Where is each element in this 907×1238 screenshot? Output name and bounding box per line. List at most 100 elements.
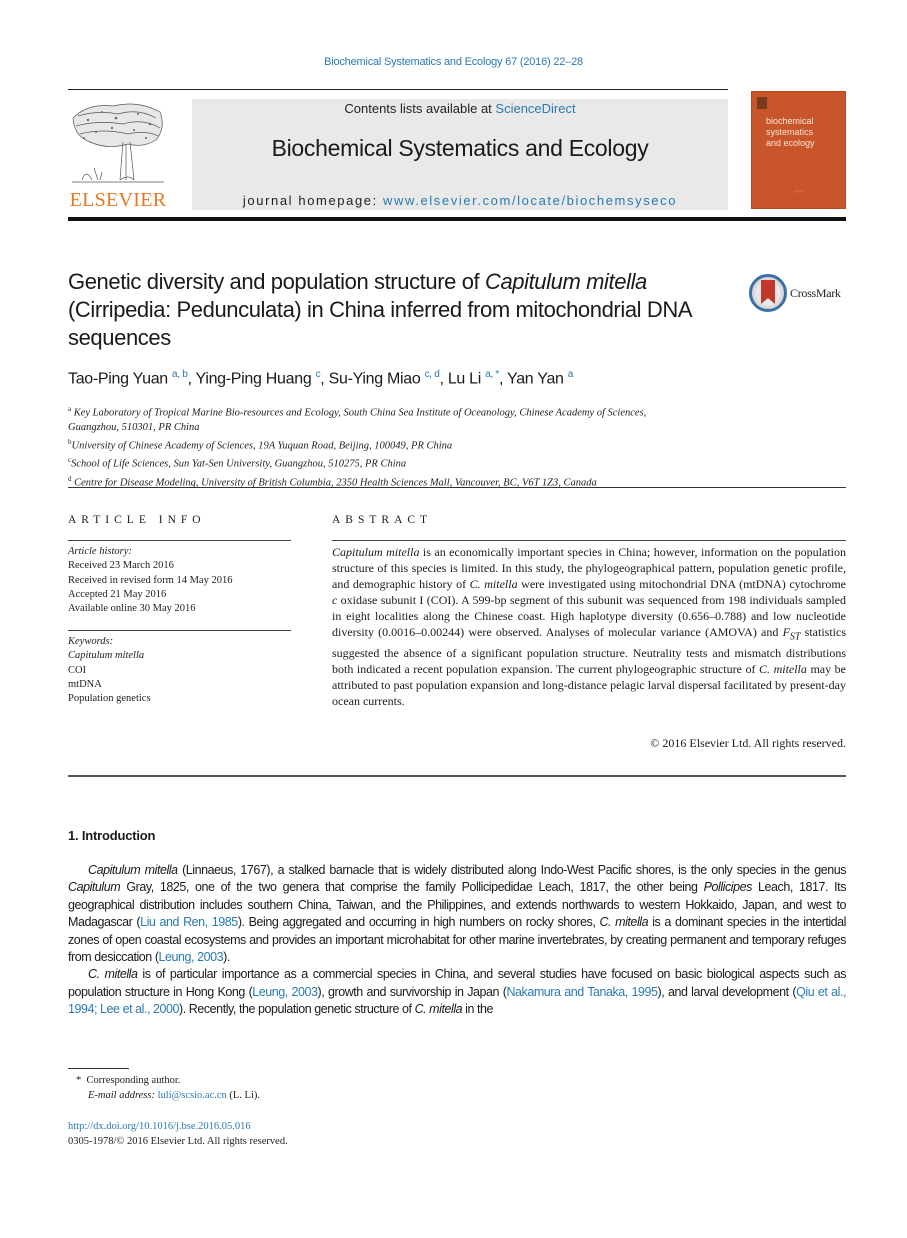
genus-name: Capitulum [68, 880, 121, 895]
corresponding-text: Corresponding author. [86, 1075, 181, 1086]
crossmark-icon [749, 274, 787, 312]
author-name[interactable]: Tao-Ping Yuan [68, 370, 168, 387]
affiliation-text: Key Laboratory of Tropical Marine Bio-re… [73, 407, 647, 419]
affiliation-key: a [68, 405, 72, 413]
affiliation-text: University of Chinese Academy of Science… [71, 440, 453, 451]
email-note: E-mail address: luli@scsio.ac.cn (L. Li)… [76, 1089, 260, 1104]
citation-link[interactable]: Leung, 2003 [252, 985, 318, 999]
doi-link[interactable]: http://dx.doi.org/10.1016/j.bse.2016.05.… [68, 1121, 251, 1132]
keywords: Keywords: Capitulum mitella COI mtDNA Po… [68, 635, 151, 706]
species-name: C. mitella [88, 967, 138, 982]
text: ), growth and survivorship in Japan ( [317, 984, 507, 999]
keywords-label: Keywords: [68, 636, 114, 647]
cover-title: biochemical systematics and ecology [766, 116, 815, 149]
journal-cover-thumbnail[interactable]: biochemical systematics and ecology ⁘⁘⁘ [751, 91, 846, 209]
divider [68, 487, 846, 488]
author-name[interactable]: Su-Ying Miao [329, 370, 421, 387]
history-item: Available online 30 May 2016 [68, 603, 196, 615]
title-text: Genetic diversity and population structu… [68, 269, 485, 294]
keyword: mtDNA [68, 678, 102, 690]
paragraph: Capitulum mitella (Linnaeus, 1767), a st… [68, 862, 846, 966]
homepage-prefix: journal homepage: [242, 193, 384, 208]
title-species: mitella [586, 269, 647, 294]
keyword: Capitulum mitella [68, 650, 145, 662]
contents-prefix: Contents lists available at [344, 101, 496, 116]
genus-name: Pollicipes [703, 880, 753, 895]
abstract-sentence: were investigated using mitochondrial DN… [517, 577, 846, 591]
cover-title-line: systematics [766, 127, 814, 137]
author-affiliation-marks[interactable]: a [568, 369, 574, 380]
author-name[interactable]: Yan Yan [507, 370, 564, 387]
abstract-text: Capitulum mitella is an economically imp… [332, 544, 846, 709]
author-affiliation-marks[interactable]: c [316, 369, 321, 380]
author-name[interactable]: Lu Li [448, 370, 482, 387]
author-list: Tao-Ping Yuan a, b, Ying-Ping Huang c, S… [68, 369, 574, 388]
fst-subscript: ST [789, 631, 801, 643]
email-suffix: (L. Li). [226, 1089, 261, 1101]
elsevier-wordmark: ELSEVIER [69, 189, 167, 211]
abstract-copyright: © 2016 Elsevier Ltd. All rights reserved… [650, 736, 846, 750]
footnotes: * Corresponding author. E-mail address: … [76, 1074, 260, 1103]
sciencedirect-link[interactable]: ScienceDirect [495, 101, 575, 116]
email-label: E-mail address: [88, 1089, 155, 1101]
corresponding-author-note: * Corresponding author. [76, 1074, 260, 1089]
divider [68, 775, 846, 777]
species-name: Capitulum mitella [88, 863, 178, 877]
article-info-heading: ARTICLE INFO [68, 514, 206, 526]
history-label: Article history: [68, 546, 132, 557]
introduction-heading: 1. Introduction [68, 828, 156, 843]
elsevier-tree-icon [72, 103, 164, 183]
contents-available-line: Contents lists available at ScienceDirec… [192, 101, 728, 116]
crossmark-label: CrossMark [790, 286, 841, 300]
abstract-sentence: oxidase subunit I (COI). A 599-bp segmen… [332, 593, 846, 639]
doi-block: http://dx.doi.org/10.1016/j.bse.2016.05.… [68, 1120, 288, 1149]
text: ). Recently, the population genetic stru… [179, 1002, 415, 1017]
journal-reference[interactable]: Biochemical Systematics and Ecology 67 (… [0, 56, 907, 68]
citation-link[interactable]: Liu and Ren, 1985 [140, 915, 238, 929]
journal-homepage-link[interactable]: www.elsevier.com/locate/biochemsyseco [383, 193, 677, 208]
header-top-rule [68, 89, 728, 90]
affiliation-b: bUniversity of Chinese Academy of Scienc… [68, 435, 768, 454]
crossmark-button[interactable]: CrossMark [749, 274, 849, 314]
title-text: (Cirripedia: Pedunculata) in China infer… [68, 297, 691, 350]
history-item: Accepted 21 May 2016 [68, 588, 167, 600]
text: in the [462, 1002, 494, 1017]
cover-title-line: biochemical [766, 116, 814, 126]
species-name: C. mitella [469, 577, 518, 591]
affiliations: a Key Laboratory of Tropical Marine Bio-… [68, 402, 768, 490]
species-name: Capitulum mitella [332, 545, 420, 559]
issn-copyright: 0305-1978/© 2016 Elsevier Ltd. All right… [68, 1135, 288, 1147]
author-affiliation-marks[interactable]: a, b [172, 369, 188, 380]
author-name[interactable]: Ying-Ping Huang [196, 370, 312, 387]
email-link[interactable]: luli@scsio.ac.cn [158, 1090, 227, 1101]
cover-sciencedirect-mark: ⁘⁘⁘ [793, 189, 804, 194]
citation-link[interactable]: Nakamura and Tanaka, 1995 [506, 985, 658, 999]
history-item: Received 23 March 2016 [68, 560, 174, 572]
cover-emblem-icon [757, 97, 767, 109]
asterisk-mark: * [76, 1075, 82, 1086]
species-name: C. mitella [414, 1002, 463, 1017]
affiliation-key: d [68, 474, 72, 483]
article-history: Article history: Received 23 March 2016 … [68, 545, 232, 616]
elsevier-logo[interactable]: ELSEVIER [68, 98, 168, 210]
affiliation-text: Guangzhou, 510301, PR China [68, 421, 200, 433]
footnote-rule [68, 1068, 129, 1069]
affiliation-a: a Key Laboratory of Tropical Marine Bio-… [68, 402, 768, 421]
text: ). Being aggregated and occurring in hig… [237, 915, 600, 930]
text: ). [223, 950, 230, 965]
text: Gray, 1825, one of the two genera that c… [120, 880, 704, 895]
cover-title-line: and ecology [766, 138, 815, 148]
fst-symbol: F [782, 625, 790, 639]
affiliation-c: cSchool of Life Sciences, Sun Yat-Sen Un… [68, 453, 768, 472]
paragraph: C. mitella is of particular importance a… [68, 966, 846, 1018]
title-genus: Capitulum [484, 269, 581, 294]
author-affiliation-marks[interactable]: c, d [425, 369, 440, 380]
history-item: Received in revised form 14 May 2016 [68, 574, 233, 586]
citation-link[interactable]: Leung, 2003 [159, 950, 224, 964]
author-affiliation-marks[interactable]: a, * [485, 369, 499, 380]
affiliation-a-cont: Guangzhou, 510301, PR China [68, 421, 768, 435]
journal-homepage-line: journal homepage: www.elsevier.com/locat… [192, 193, 728, 208]
species-name: C. mitella [759, 662, 807, 677]
keyword: COI [68, 664, 87, 676]
text: ), and larval development ( [657, 984, 797, 999]
